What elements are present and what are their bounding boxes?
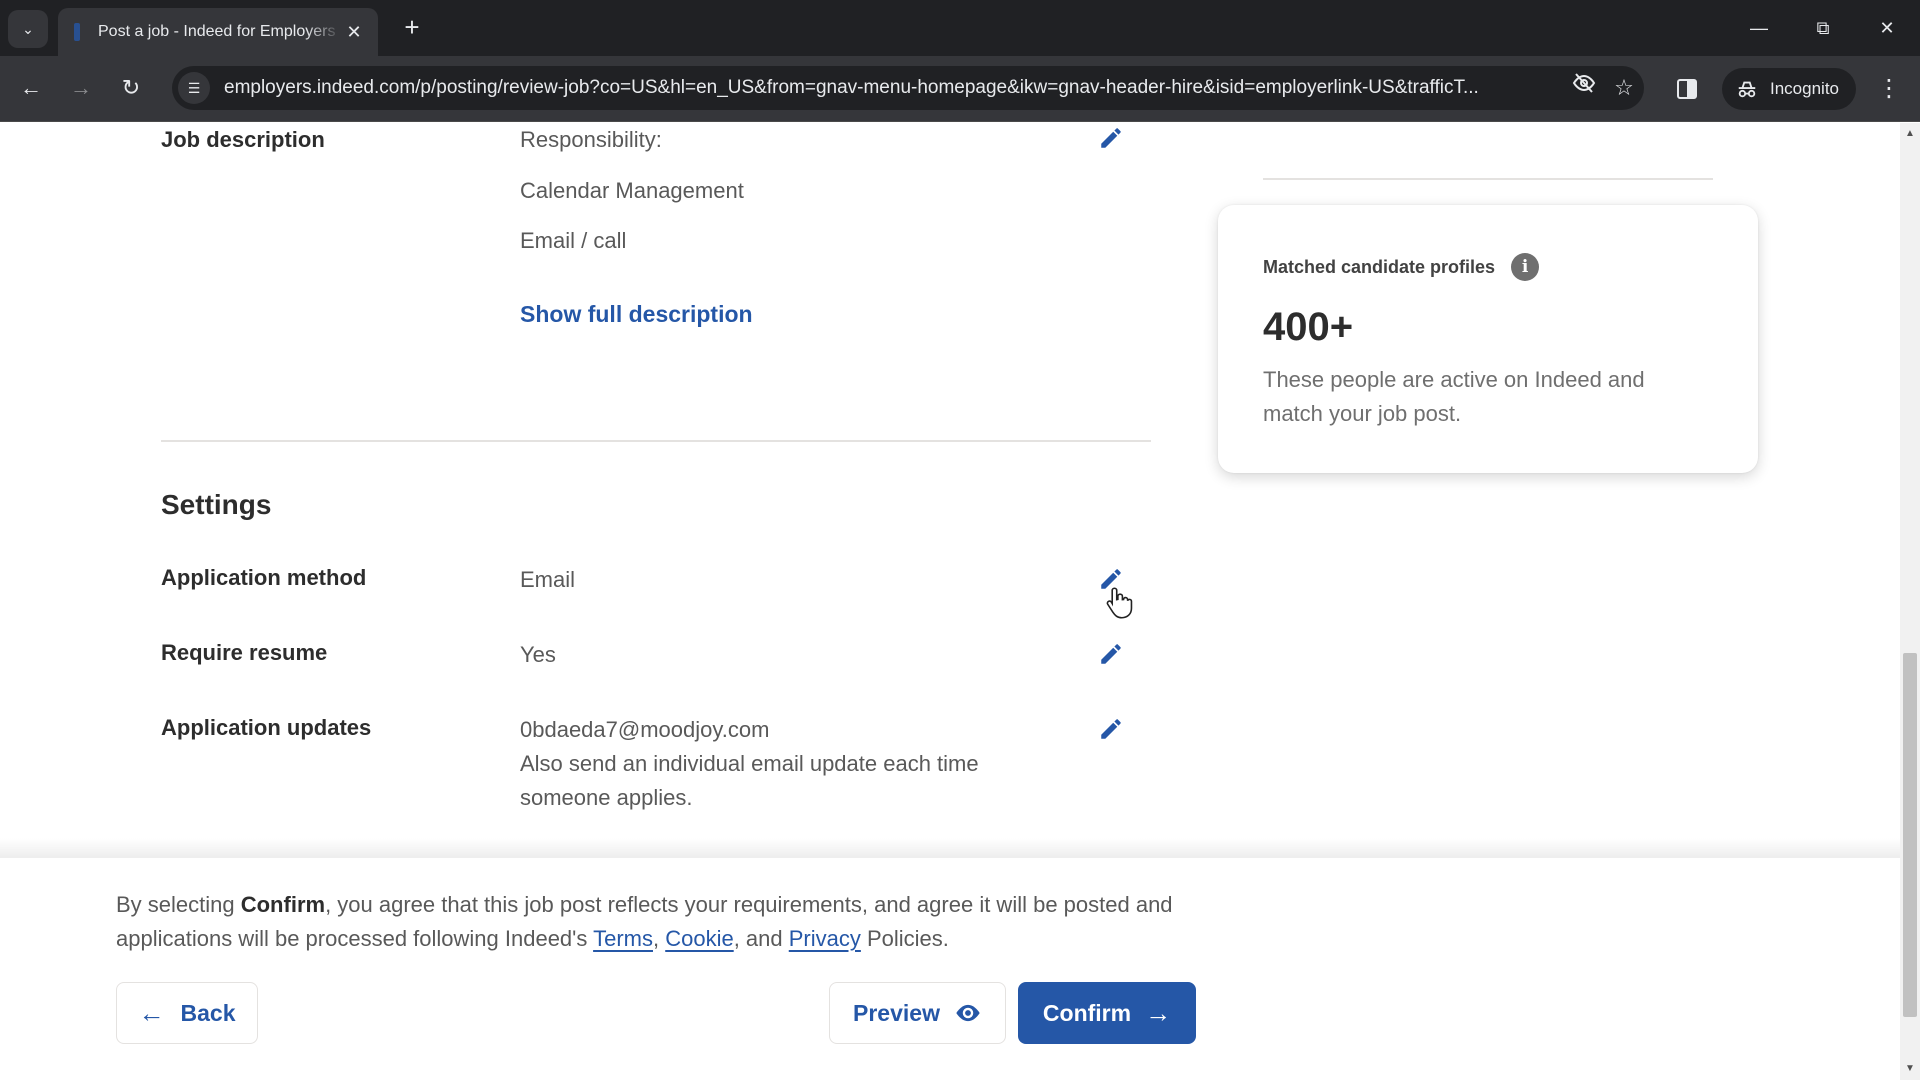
section-divider [161, 440, 1151, 442]
edit-job-description-button[interactable] [1096, 123, 1126, 153]
back-button-label: Back [180, 999, 236, 1026]
indeed-favicon-icon [74, 23, 80, 41]
pencil-icon [1101, 719, 1121, 739]
consent-prefix: By selecting [116, 892, 241, 917]
pencil-icon [1101, 128, 1121, 148]
forward-nav-button[interactable]: → [62, 69, 100, 107]
consent-suffix: Policies. [860, 926, 949, 951]
edit-require-resume-button[interactable] [1096, 639, 1126, 669]
info-icon[interactable]: i [1511, 253, 1540, 281]
confirm-button-label: Confirm [1042, 999, 1132, 1026]
application-updates-note: Also send an individual email update eac… [520, 751, 979, 810]
incognito-label: Incognito [1770, 79, 1839, 98]
incognito-icon [1738, 81, 1756, 98]
job-description-line: Responsibility: [520, 127, 662, 152]
settings-heading: Settings [161, 489, 272, 520]
footer-shadow [0, 838, 1900, 860]
consent-separator: , [652, 926, 666, 951]
side-panel-icon [1677, 79, 1697, 99]
arrow-right-icon: → [1145, 997, 1172, 1028]
bookmark-button[interactable]: ☆ [1604, 68, 1644, 108]
address-bar[interactable]: ☰ employers.indeed.com/p/posting/review-… [172, 66, 1644, 110]
kebab-menu-icon: ⋮ [1877, 75, 1901, 102]
consent-bold: Confirm [240, 892, 326, 917]
scroll-down-arrow-icon[interactable]: ▼ [1900, 1060, 1920, 1078]
require-resume-value: Yes [520, 642, 556, 667]
preview-button-label: Preview [853, 999, 940, 1026]
edit-application-updates-button[interactable] [1096, 714, 1126, 744]
consent-text: By selecting Confirm, you agree that thi… [116, 888, 1196, 956]
tab-title: Post a job - Indeed for Employers [98, 23, 336, 40]
scroll-up-arrow-icon[interactable]: ▲ [1900, 125, 1920, 143]
matched-candidates-title-text: Matched candidate profiles [1263, 256, 1496, 277]
show-full-description-link[interactable]: Show full description [520, 301, 753, 328]
job-description-label: Job description [161, 127, 325, 152]
new-tab-button[interactable]: + [396, 12, 428, 44]
matched-candidates-title: Matched candidate profiles i [1263, 253, 1540, 281]
arrow-left-icon: ← [138, 997, 165, 1028]
url-text[interactable]: employers.indeed.com/p/posting/review-jo… [224, 77, 1564, 99]
browser-menu-button[interactable]: ⋮ [1874, 70, 1904, 108]
terms-link[interactable]: Terms [593, 926, 653, 951]
star-icon: ☆ [1614, 75, 1634, 100]
eye-off-icon [1572, 73, 1596, 93]
require-resume-label: Require resume [161, 640, 328, 665]
pencil-icon [1101, 644, 1121, 664]
review-job-page: Job description Responsibility: Calendar… [0, 123, 1900, 1080]
arrow-left-icon: ← [20, 75, 42, 100]
restore-window-button[interactable]: ⧉ [1800, 10, 1846, 46]
site-info-button[interactable]: ☰ [178, 72, 210, 104]
eye-icon [956, 1004, 980, 1022]
application-updates-label: Application updates [161, 715, 372, 740]
reload-button[interactable]: ↻ [112, 69, 150, 107]
close-tab-icon[interactable]: ✕ [342, 22, 366, 43]
job-description-line: Email / call [520, 228, 627, 253]
cookie-link[interactable]: Cookie [665, 926, 733, 951]
confirm-footer: By selecting Confirm, you agree that thi… [0, 858, 1900, 1080]
tab-search-button[interactable]: ⌄ [8, 10, 48, 48]
job-description-line: Calendar Management [520, 178, 744, 203]
back-nav-button[interactable]: ← [12, 69, 50, 107]
matched-candidates-card: Matched candidate profiles i 400+ These … [1218, 205, 1758, 473]
consent-separator: , and [733, 926, 789, 951]
confirm-button[interactable]: Confirm → [1018, 982, 1196, 1044]
browser-tab-bar: ⌄ Post a job - Indeed for Employers ✕ + … [0, 0, 1920, 56]
plus-icon: + [404, 12, 420, 42]
privacy-link[interactable]: Privacy [789, 926, 861, 951]
back-button[interactable]: ← Back [116, 982, 258, 1044]
preview-button[interactable]: Preview [829, 982, 1006, 1044]
browser-toolbar: ← → ↻ ☰ employers.indeed.com/p/posting/r… [0, 56, 1920, 122]
chevron-down-icon: ⌄ [22, 20, 34, 37]
application-updates-email: 0bdaeda7@moodjoy.com [520, 717, 770, 742]
matched-candidates-count: 400+ [1263, 305, 1354, 349]
application-method-label: Application method [161, 565, 367, 590]
incognito-indicator[interactable]: Incognito [1722, 68, 1856, 110]
application-method-value: Email [520, 567, 576, 592]
matched-candidates-description: These people are active on Indeed and ma… [1263, 367, 1645, 426]
right-column-divider [1263, 178, 1713, 180]
tune-icon: ☰ [187, 79, 201, 96]
page-scrollbar[interactable]: ▲ ▼ [1900, 123, 1920, 1080]
scrollbar-thumb[interactable] [1903, 653, 1917, 1017]
browser-tab-active[interactable]: Post a job - Indeed for Employers ✕ [58, 8, 378, 56]
reload-icon: ↻ [121, 75, 141, 100]
tracking-protection-button[interactable] [1564, 68, 1604, 108]
minimize-window-button[interactable]: — [1736, 10, 1782, 46]
arrow-right-icon: → [70, 75, 92, 100]
hand-cursor-icon [1106, 587, 1133, 619]
side-panel-button[interactable] [1670, 72, 1704, 106]
close-window-button[interactable]: ✕ [1864, 10, 1910, 46]
